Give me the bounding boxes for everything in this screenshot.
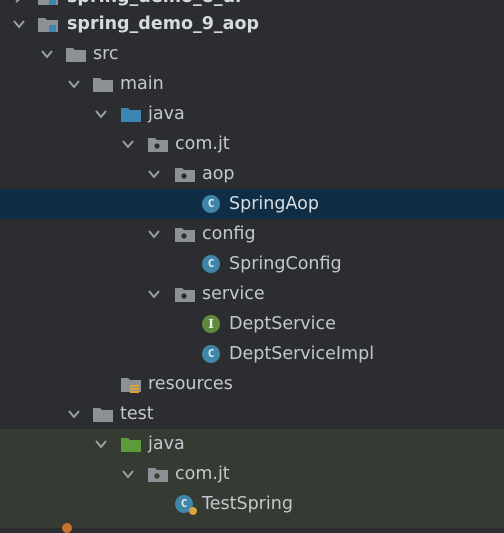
- tree-row-package-test[interactable]: com.jt: [0, 459, 504, 489]
- test-run-marker-icon: [189, 507, 197, 515]
- springaop-label: SpringAop: [229, 194, 319, 214]
- tree-row-java-main[interactable]: java: [0, 99, 504, 129]
- tree-row-config[interactable]: config: [0, 219, 504, 249]
- folder-icon: [92, 75, 114, 98]
- aop-label: aop: [202, 164, 235, 184]
- chevron-down-icon[interactable]: [147, 287, 161, 301]
- source-folder-icon: [120, 105, 142, 128]
- package-icon: [174, 285, 196, 308]
- chevron-down-icon[interactable]: [67, 77, 81, 91]
- chevron-down-icon[interactable]: [94, 437, 108, 451]
- resources-folder-icon: [120, 375, 142, 400]
- interface-icon: I: [202, 315, 220, 333]
- tree-row-aop[interactable]: aop: [0, 159, 504, 189]
- package-test-label: com.jt: [175, 464, 230, 484]
- resources-label: resources: [148, 374, 233, 394]
- tree-row-resources[interactable]: resources: [0, 369, 504, 399]
- springconfig-label: SpringConfig: [229, 254, 342, 274]
- tree-row-springconfig[interactable]: C SpringConfig: [0, 249, 504, 279]
- tree-row-testspring[interactable]: C TestSpring: [0, 489, 504, 519]
- tree-row-java-test[interactable]: java: [0, 429, 504, 459]
- package-main-label: com.jt: [175, 134, 230, 154]
- config-label: config: [202, 224, 256, 244]
- tree-row-cutoff: [0, 519, 504, 533]
- chevron-down-icon[interactable]: [121, 137, 135, 151]
- package-icon: [174, 225, 196, 248]
- package-icon: [147, 465, 169, 488]
- tree-row-springaop[interactable]: C SpringAop: [0, 189, 504, 219]
- folder-icon: [65, 45, 87, 68]
- partial-module-label: spring_demo_8_di: [67, 0, 241, 8]
- package-icon: [174, 165, 196, 188]
- project-label: spring_demo_9_aop: [67, 14, 259, 34]
- chevron-down-icon[interactable]: [147, 167, 161, 181]
- test-source-folder-icon: [120, 435, 142, 458]
- src-label: src: [93, 44, 119, 64]
- tree-row-project[interactable]: spring_demo_9_aop: [0, 9, 504, 39]
- chevron-down-icon[interactable]: [12, 17, 26, 31]
- chevron-down-icon[interactable]: [121, 467, 135, 481]
- tree-row-main[interactable]: main: [0, 69, 504, 99]
- java-main-label: java: [148, 104, 185, 124]
- chevron-right-icon[interactable]: [12, 0, 26, 4]
- deptservice-label: DeptService: [229, 314, 336, 334]
- module-folder-icon: [37, 15, 59, 38]
- chevron-down-icon[interactable]: [94, 107, 108, 121]
- tree-row-src[interactable]: src: [0, 39, 504, 69]
- tree-row-test[interactable]: test: [0, 399, 504, 429]
- class-icon: C: [202, 195, 220, 213]
- package-icon: [147, 135, 169, 158]
- tree-row-package-main[interactable]: com.jt: [0, 129, 504, 159]
- service-label: service: [202, 284, 265, 304]
- tree-row-deptservice[interactable]: I DeptService: [0, 309, 504, 339]
- java-test-label: java: [148, 434, 185, 454]
- chevron-down-icon[interactable]: [147, 227, 161, 241]
- class-icon: C: [202, 255, 220, 273]
- testspring-label: TestSpring: [202, 494, 293, 514]
- tree-row-deptserviceimpl[interactable]: C DeptServiceImpl: [0, 339, 504, 369]
- chevron-down-icon[interactable]: [67, 407, 81, 421]
- class-letter: C: [180, 497, 188, 510]
- main-label: main: [120, 74, 164, 94]
- cutoff-icon: [62, 523, 72, 533]
- folder-icon: [92, 405, 114, 428]
- deptserviceimpl-label: DeptServiceImpl: [229, 344, 375, 364]
- class-icon: C: [202, 345, 220, 363]
- tree-row-service[interactable]: service: [0, 279, 504, 309]
- chevron-down-icon[interactable]: [40, 47, 54, 61]
- test-label: test: [120, 404, 154, 424]
- test-class-icon: C: [175, 495, 197, 515]
